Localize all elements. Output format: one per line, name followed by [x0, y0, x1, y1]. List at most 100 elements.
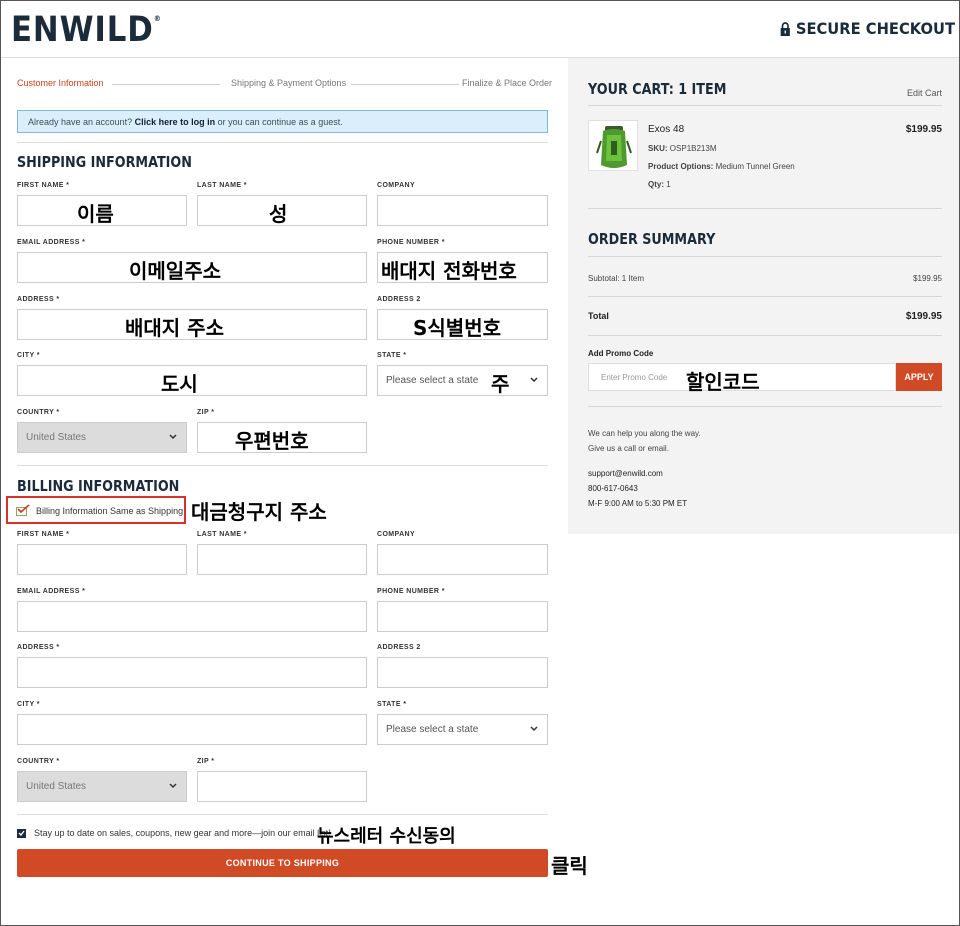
shipping-state-value: Please select a state [386, 375, 479, 386]
chevron-down-icon [530, 377, 538, 383]
total-label: Total [588, 311, 609, 321]
annotation-email: 이메일주소 [129, 259, 221, 283]
header: ENWILD® SECURE CHECKOUT [1, 1, 959, 58]
billing-phone-input[interactable] [377, 601, 548, 632]
divider [588, 335, 942, 336]
billing-first-name-label: FIRST NAME * [17, 531, 70, 538]
notice-suffix: or you can continue as a guest. [217, 117, 343, 127]
billing-zip-input[interactable] [197, 771, 367, 802]
login-link[interactable]: Click here to log in [135, 117, 216, 127]
billing-country-label: COUNTRY * [17, 758, 60, 765]
shipping-zip-label: ZIP * [197, 409, 215, 416]
billing-same-checkbox[interactable] [16, 504, 30, 516]
qty-value: 1 [666, 180, 671, 189]
annotation-billing: 대금청구지 주소 [191, 500, 327, 524]
promo-label: Add Promo Code [588, 349, 654, 358]
divider [17, 814, 548, 815]
billing-address2-label: ADDRESS 2 [377, 644, 421, 651]
qty-label: Qty: [648, 180, 664, 189]
annotation-state: 주 [491, 372, 510, 396]
newsletter-checkbox[interactable] [17, 828, 26, 838]
shipping-last-name-label: LAST NAME * [197, 182, 247, 189]
help-line-1: We can help you along the way. [588, 429, 701, 438]
step-divider [351, 84, 459, 85]
billing-last-name-input[interactable] [197, 544, 367, 575]
total-value: $199.95 [905, 311, 942, 322]
annotation-city: 도시 [161, 372, 198, 396]
annotation-first-name: 이름 [77, 202, 114, 226]
notice-prefix: Already have an account? [28, 117, 133, 127]
billing-address2-input[interactable] [377, 657, 548, 688]
sku-label: SKU: [648, 144, 668, 153]
cart-item-name[interactable]: Exos 48 [648, 124, 684, 135]
chevron-down-icon [169, 783, 177, 789]
apply-promo-button[interactable]: APPLY [896, 363, 942, 391]
billing-email-input[interactable] [17, 601, 367, 632]
checkout-steps: Customer Information Shipping & Payment … [17, 78, 552, 92]
cart-item-price: $199.95 [905, 124, 942, 135]
annotation-zip: 우편번호 [235, 429, 309, 453]
billing-address-input[interactable] [17, 657, 367, 688]
shipping-first-name-label: FIRST NAME * [17, 182, 70, 189]
logo-text: ENWILD [11, 10, 154, 50]
divider [17, 465, 548, 466]
step-shipping-payment[interactable]: Shipping & Payment Options [231, 78, 346, 88]
newsletter-optin[interactable]: Stay up to date on sales, coupons, new g… [17, 828, 331, 838]
chevron-down-icon [169, 434, 177, 440]
divider [17, 142, 548, 143]
subtotal-value: $199.95 [913, 274, 942, 283]
billing-address-label: ADDRESS * [17, 644, 60, 651]
billing-company-input[interactable] [377, 544, 548, 575]
step-finalize[interactable]: Finalize & Place Order [462, 78, 552, 88]
shipping-state-select[interactable]: Please select a state [377, 365, 548, 396]
secure-checkout: SECURE CHECKOUT [780, 19, 955, 38]
support-email-link[interactable]: support@enwild.com [588, 469, 663, 478]
billing-last-name-label: LAST NAME * [197, 531, 247, 538]
promo-placeholder: Enter Promo Code [601, 373, 668, 382]
billing-same-as-shipping[interactable]: Billing Information Same as Shipping [6, 496, 186, 524]
billing-title: BILLING INFORMATION [17, 477, 180, 495]
continue-to-shipping-button[interactable]: CONTINUE TO SHIPPING [17, 849, 548, 877]
billing-country-value: United States [26, 781, 87, 792]
product-options-value: Medium Tunnel Green [715, 162, 795, 171]
logo-registered-mark: ® [153, 14, 162, 23]
billing-state-select[interactable]: Please select a state [377, 714, 548, 745]
edit-cart-link[interactable]: Edit Cart [907, 88, 942, 98]
billing-first-name-input[interactable] [17, 544, 187, 575]
divider [588, 296, 942, 297]
enwild-logo[interactable]: ENWILD® [11, 10, 162, 50]
annotation-address2: S식별번호 [413, 316, 502, 340]
billing-country-select[interactable]: United States [17, 771, 187, 802]
billing-company-label: COMPANY [377, 531, 416, 538]
cart-sidebar: YOUR CART: 1 ITEM Edit Cart Exos 48 $199… [568, 58, 959, 534]
product-image[interactable] [588, 120, 638, 171]
subtotal-label: Subtotal: 1 Item [588, 274, 645, 283]
annotation-address: 배대지 주소 [125, 316, 224, 340]
shipping-country-value: United States [26, 432, 87, 443]
newsletter-label: Stay up to date on sales, coupons, new g… [34, 828, 331, 838]
support-phone[interactable]: 800-617-0643 [588, 484, 638, 493]
step-divider [112, 84, 220, 85]
divider [588, 208, 942, 209]
annotation-click: 클릭 [551, 854, 588, 878]
step-customer-information[interactable]: Customer Information [17, 78, 104, 88]
page: ENWILD® SECURE CHECKOUT Customer Informa… [0, 0, 960, 926]
billing-city-input[interactable] [17, 714, 367, 745]
shipping-title: SHIPPING INFORMATION [17, 153, 192, 171]
divider [588, 256, 942, 257]
secure-checkout-label: SECURE CHECKOUT [795, 19, 955, 38]
billing-phone-label: PHONE NUMBER * [377, 588, 445, 595]
annotation-promo: 할인코드 [686, 370, 760, 394]
shipping-country-label: COUNTRY * [17, 409, 60, 416]
shipping-country-select[interactable]: United States [17, 422, 187, 453]
login-notice: Already have an account? Click here to l… [17, 110, 548, 133]
sku-value: OSP1B213M [669, 144, 717, 153]
shipping-company-input[interactable] [377, 195, 548, 226]
shipping-company-label: COMPANY [377, 182, 416, 189]
billing-email-label: EMAIL ADDRESS * [17, 588, 86, 595]
billing-state-label: STATE * [377, 701, 407, 708]
divider [588, 406, 942, 407]
billing-city-label: CITY * [17, 701, 40, 708]
annotation-last-name: 성 [269, 202, 288, 226]
annotation-phone: 배대지 전화번호 [381, 259, 517, 283]
